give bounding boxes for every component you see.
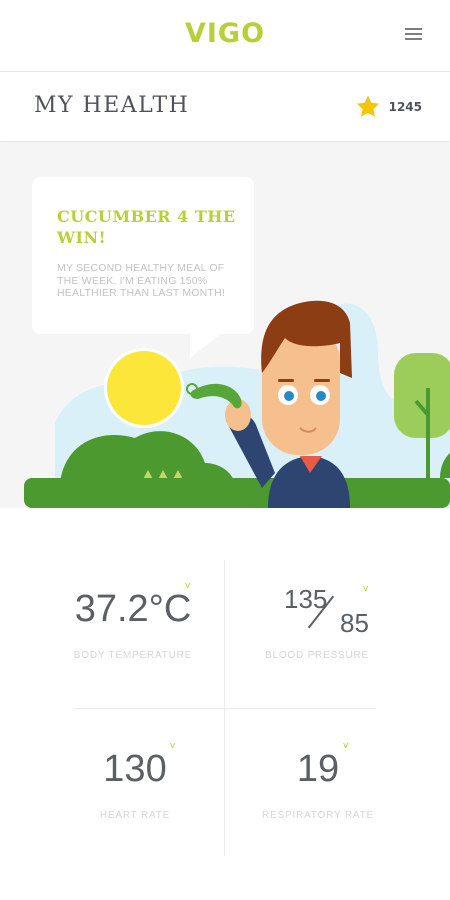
heart-rate-label: HEART RATE xyxy=(99,810,171,821)
bubble-text: MY SECOND HEALTHY MEAL OF THE WEEK. I'M … xyxy=(57,262,225,299)
heart-rate-value: 130 xyxy=(103,748,167,790)
speech-bubble-tail xyxy=(190,333,222,358)
star-icon xyxy=(356,95,379,117)
vitals-grid: 37.2°C BODY TEMPERATURE v 135 85 BLOOD P… xyxy=(0,508,450,900)
points-value: 1245 xyxy=(388,100,422,114)
blood-pressure-label: BLOOD PRESSURE xyxy=(264,650,369,661)
top-app-bar: VIGO xyxy=(0,0,450,72)
respiratory-rate-value: 19 xyxy=(296,748,340,790)
page-title: MY HEALTH xyxy=(34,93,190,118)
app-logo: VIGO xyxy=(184,18,266,49)
stat-heart-rate[interactable]: 130 HEART RATE xyxy=(60,748,210,821)
stat-body-temperature[interactable]: 37.2°C BODY TEMPERATURE xyxy=(58,588,208,661)
page-header: MY HEALTH 1245 xyxy=(0,72,450,142)
grid-divider-horizontal xyxy=(74,708,376,709)
body-temperature-label: BODY TEMPERATURE xyxy=(73,650,193,661)
trend-indicator-icon: v xyxy=(363,584,369,594)
respiratory-rate-label: RESPIRATORY RATE xyxy=(262,810,374,821)
trend-indicator-icon: v xyxy=(170,741,176,751)
bubble-title: CUCUMBER 4 THE WIN! xyxy=(57,207,236,247)
points-badge[interactable]: 1245 xyxy=(355,94,422,120)
diastolic-value: 85 xyxy=(340,608,369,638)
blood-pressure-value: 135 85 xyxy=(242,584,392,638)
hamburger-menu-icon[interactable] xyxy=(405,28,422,42)
speech-bubble: CUCUMBER 4 THE WIN! MY SECOND HEALTHY ME… xyxy=(32,177,254,334)
stat-respiratory-rate[interactable]: 19 RESPIRATORY RATE xyxy=(243,748,393,821)
trend-indicator-icon: v xyxy=(185,581,191,591)
body-temperature-value: 37.2°C xyxy=(74,588,192,630)
trend-indicator-icon: v xyxy=(343,741,349,751)
hero-illustration: CUCUMBER 4 THE WIN! MY SECOND HEALTHY ME… xyxy=(0,143,450,508)
stat-blood-pressure[interactable]: 135 85 BLOOD PRESSURE xyxy=(242,584,392,661)
